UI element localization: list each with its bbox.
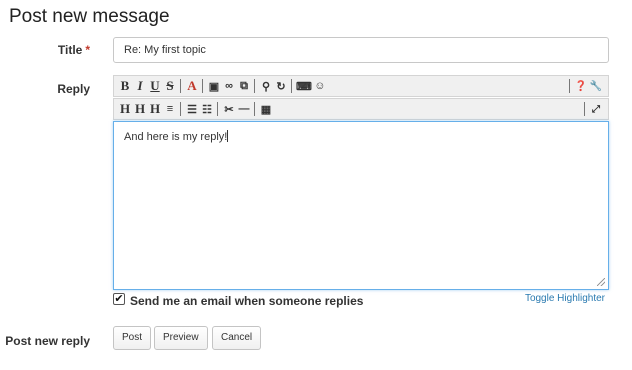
horizontal-rule-icon[interactable]: —: [237, 101, 251, 117]
editor-toolbar-row-1: B I U S A ▣ ∞ ⧉ ⚲ ↻ ⌨ ☺ ❓ 🔧: [113, 75, 609, 97]
heading2-button[interactable]: H: [133, 101, 147, 117]
image-icon[interactable]: ▣: [207, 78, 221, 94]
toolbar-separator: [254, 102, 255, 116]
bold-button[interactable]: B: [118, 78, 132, 94]
preview-button[interactable]: Preview: [154, 326, 208, 350]
numbered-list-icon[interactable]: ☷: [200, 101, 214, 117]
submit-label: Post new reply: [5, 334, 90, 348]
cut-icon[interactable]: ✂: [222, 101, 236, 117]
table-icon[interactable]: ▦: [259, 101, 273, 117]
page-title: Post new message: [9, 6, 170, 27]
reply-label: Reply: [57, 82, 90, 96]
text-caret: [227, 130, 229, 142]
toolbar-separator: [202, 79, 203, 93]
title-input[interactable]: Re: My first topic: [113, 37, 609, 63]
title-label: Title *: [0, 42, 90, 58]
resize-grip-icon[interactable]: [597, 278, 605, 286]
align-center-icon[interactable]: ≡: [163, 101, 177, 117]
bulleted-list-icon[interactable]: ☰: [185, 101, 199, 117]
strikethrough-button[interactable]: S: [163, 78, 177, 94]
toolbar-separator: [584, 102, 585, 116]
fullscreen-icon[interactable]: ⤢: [589, 101, 603, 117]
link-icon[interactable]: ∞: [222, 78, 236, 94]
heading3-button[interactable]: H: [148, 101, 162, 117]
wrench-icon[interactable]: 🔧: [589, 78, 603, 94]
toolbar-separator: [180, 102, 181, 116]
toolbar-separator: [569, 79, 570, 93]
cancel-button[interactable]: Cancel: [212, 326, 262, 350]
heading1-button[interactable]: H: [118, 101, 132, 117]
required-marker: *: [85, 43, 90, 57]
toolbar-separator: [217, 102, 218, 116]
reply-text: And here is my reply!: [124, 131, 228, 143]
underline-button[interactable]: U: [148, 78, 162, 94]
email-notify-label: Send me an email when someone replies: [130, 294, 364, 308]
editor-toolbar-row-2: H H H ≡ ☰ ☷ ✂ — ▦ ⤢: [113, 98, 609, 120]
toggle-highlighter-link[interactable]: Toggle Highlighter: [525, 293, 605, 304]
reply-editor[interactable]: And here is my reply!: [113, 121, 609, 290]
toolbar-separator: [180, 79, 181, 93]
keyboard-icon[interactable]: ⌨: [296, 78, 312, 94]
email-notify-checkbox[interactable]: ✔: [113, 293, 125, 305]
post-button[interactable]: Post: [113, 326, 152, 350]
smiley-icon[interactable]: ☺: [313, 78, 327, 94]
italic-button[interactable]: I: [133, 78, 147, 94]
font-color-button[interactable]: A: [185, 78, 199, 94]
redo-icon[interactable]: ↻: [274, 78, 288, 94]
search-icon[interactable]: ⚲: [259, 78, 273, 94]
external-link-icon[interactable]: ⧉: [237, 78, 251, 94]
help-icon[interactable]: ❓: [574, 78, 588, 94]
toolbar-separator: [254, 79, 255, 93]
title-label-text: Title: [57, 43, 83, 57]
toolbar-separator: [291, 79, 292, 93]
